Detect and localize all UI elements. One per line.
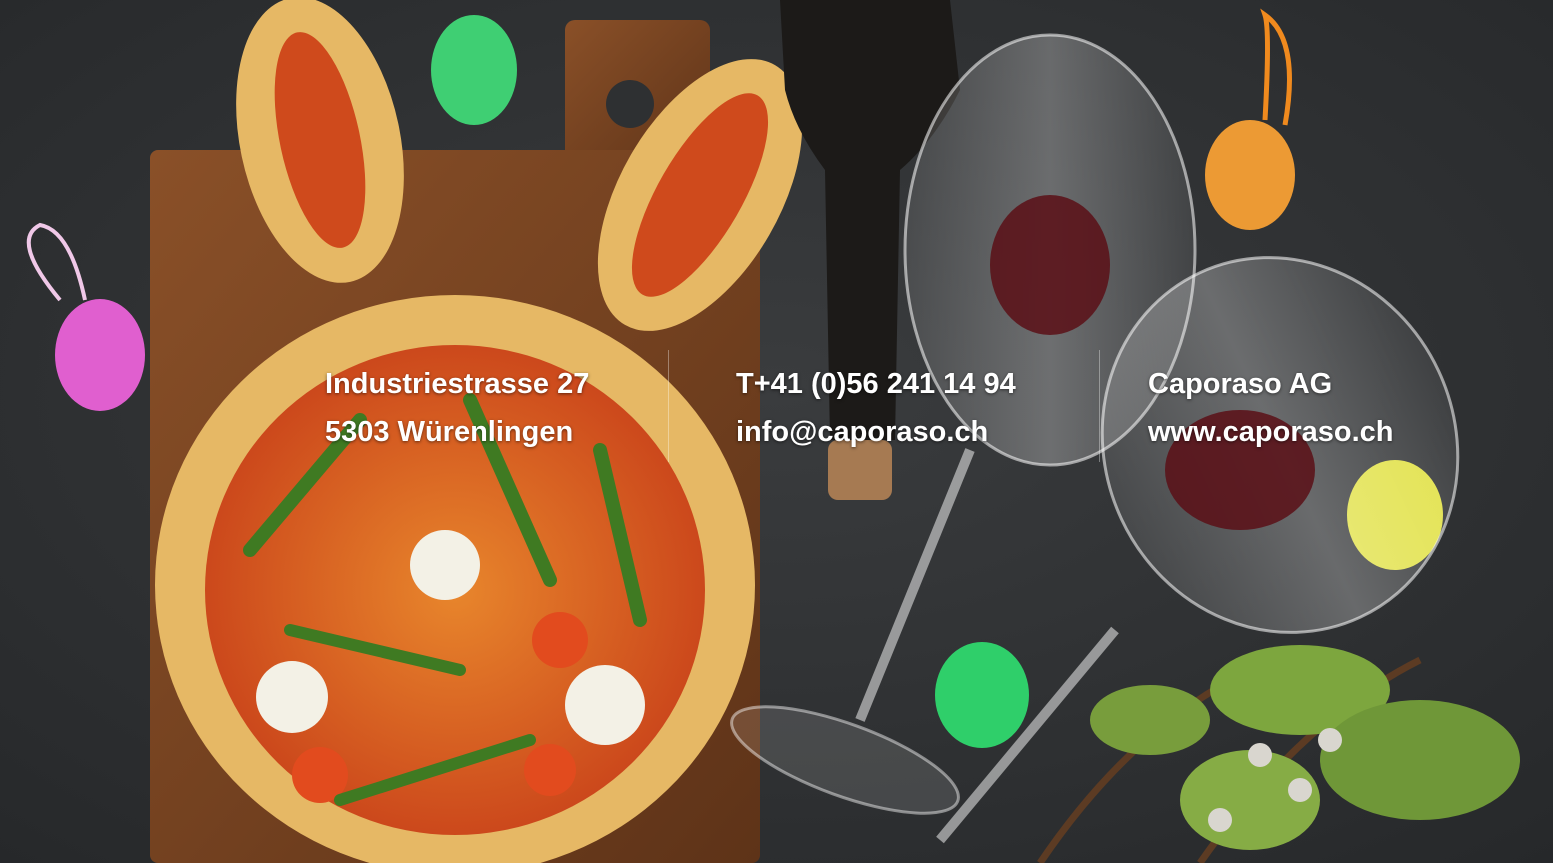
company-block: Caporaso AG www.caporaso.ch bbox=[1148, 360, 1394, 456]
email-link[interactable]: info@caporaso.ch bbox=[736, 408, 1016, 456]
website-link[interactable]: www.caporaso.ch bbox=[1148, 408, 1394, 456]
easter-egg-green-bottom bbox=[935, 642, 1029, 748]
easter-egg-orange bbox=[1205, 120, 1295, 230]
address-city: 5303 Würenlingen bbox=[325, 416, 574, 448]
contact-block: T+41 (0)56 241 14 94 info@caporaso.ch bbox=[736, 360, 1016, 456]
company-name: Caporaso AG bbox=[1148, 368, 1333, 400]
easter-egg-green-top bbox=[431, 15, 517, 125]
address-block: Industriestrasse 27 5303 Würenlingen bbox=[325, 360, 589, 456]
address-street: Industriestrasse 27 bbox=[325, 368, 590, 400]
phone-link[interactable]: T+41 (0)56 241 14 94 bbox=[736, 360, 1016, 408]
easter-egg-pink bbox=[55, 299, 145, 411]
